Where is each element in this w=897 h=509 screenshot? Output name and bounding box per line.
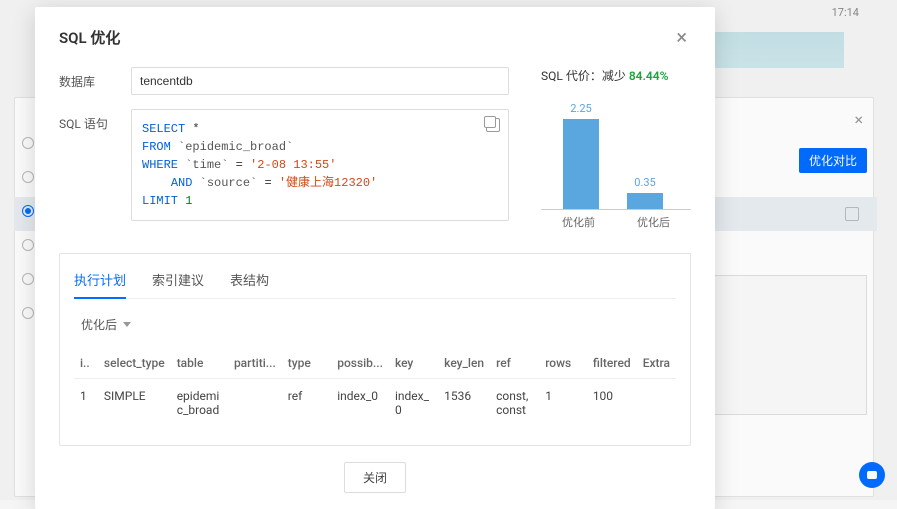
col-keylen: key_len [438, 348, 490, 379]
cell-type: ref [282, 379, 331, 428]
col-type: type [282, 348, 331, 379]
col-rows: rows [539, 348, 587, 379]
col-ref: ref [490, 348, 539, 379]
filter-label: 优化后 [81, 316, 117, 333]
explain-table: i.. select_type table partiti... type po… [74, 348, 676, 427]
cell-ref: const,const [490, 379, 539, 428]
cell-keylen: 1536 [438, 379, 490, 428]
copy-icon[interactable] [486, 118, 500, 132]
bar-before [563, 119, 599, 209]
cell-extra [637, 379, 676, 428]
col-select-type: select_type [98, 348, 171, 379]
col-table: table [171, 348, 228, 379]
tabs: 执行计划 索引建议 表结构 [74, 266, 676, 299]
filter-select[interactable]: 优化后 [74, 311, 138, 338]
close-button[interactable]: 关闭 [344, 462, 406, 493]
bar-after [627, 193, 663, 209]
database-input[interactable] [131, 67, 509, 95]
table-row: 1 SIMPLE epidemic_broad ref index_0 inde… [74, 379, 676, 428]
tab-schema[interactable]: 表结构 [230, 266, 269, 298]
cost-panel: SQL 代价：减少 84.44% 2.25 0.35 优化前 优化后 [541, 67, 691, 235]
cost-title: SQL 代价：减少 84.44% [541, 67, 691, 84]
db-label: 数据库 [59, 67, 131, 95]
cell-possible: index_0 [331, 379, 389, 428]
col-partitions: partiti... [228, 348, 282, 379]
chart-label: 优化后 [637, 214, 670, 230]
tab-plan[interactable]: 执行计划 [74, 266, 126, 299]
cost-chart: 2.25 0.35 [541, 90, 691, 210]
col-possible: possib... [331, 348, 389, 379]
bar-value: 0.35 [627, 176, 663, 189]
col-id: i.. [74, 348, 98, 379]
plan-section: 执行计划 索引建议 表结构 优化后 i.. select_type table … [59, 253, 691, 446]
close-icon[interactable]: × [672, 25, 691, 49]
cell-partitions [228, 379, 282, 428]
cell-id: 1 [74, 379, 98, 428]
chart-label: 优化前 [562, 214, 595, 230]
modal-title: SQL 优化 [59, 27, 120, 48]
cell-table: epidemic_broad [171, 379, 228, 428]
col-extra: Extra [637, 348, 676, 379]
cell-select-type: SIMPLE [98, 379, 171, 428]
bar-value: 2.25 [563, 102, 599, 115]
cell-rows: 1 [539, 379, 587, 428]
tab-index[interactable]: 索引建议 [152, 266, 204, 298]
col-key: key [389, 348, 438, 379]
sql-editor[interactable]: SELECT * FROM `epidemic_broad` WHERE `ti… [131, 109, 509, 221]
chevron-down-icon [123, 322, 131, 327]
cell-key: index_0 [389, 379, 438, 428]
table-header-row: i.. select_type table partiti... type po… [74, 348, 676, 379]
col-filtered: filtered [587, 348, 637, 379]
cell-filtered: 100 [587, 379, 637, 428]
sql-optimize-modal: SQL 优化 × 数据库 SQL 语句 SELECT * FROM `epide… [35, 7, 715, 509]
sql-label: SQL 语句 [59, 109, 131, 221]
